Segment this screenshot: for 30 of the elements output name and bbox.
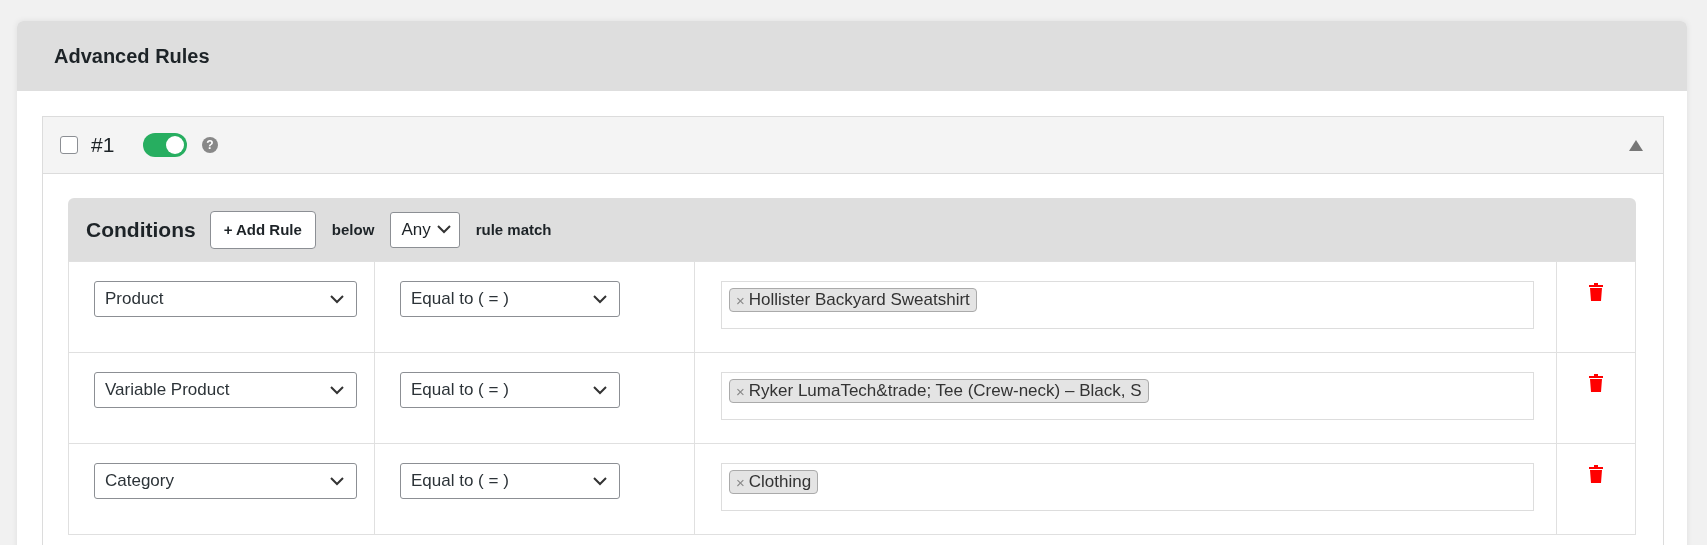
chevron-down-icon	[593, 294, 607, 304]
field-select[interactable]: Product	[94, 281, 357, 317]
collapse-icon[interactable]	[1629, 139, 1643, 151]
below-label: below	[331, 221, 375, 238]
chevron-down-icon	[330, 476, 344, 486]
tag-label: Hollister Backyard Sweatshirt	[748, 290, 970, 310]
rule-match-label: rule match	[475, 221, 552, 238]
tag-label: Clothing	[748, 472, 812, 492]
operator-select[interactable]: Equal to ( = )	[400, 281, 620, 317]
tag-label: Ryker LumaTech&trade; Tee (Crew-neck) – Black, S	[748, 381, 1142, 401]
chevron-down-icon	[330, 294, 344, 304]
value-field[interactable]: × Ryker LumaTech&trade; Tee (Crew-neck) – Black, S	[721, 372, 1534, 420]
rule-number: #1	[91, 133, 116, 157]
add-rule-button[interactable]: + Add Rule	[209, 210, 316, 249]
value-field[interactable]: × Hollister Backyard Sweatshirt	[721, 281, 1534, 329]
help-icon[interactable]: ?	[202, 137, 218, 153]
value-field[interactable]: × Clothing	[721, 463, 1534, 511]
chevron-down-icon	[593, 476, 607, 486]
panel-title: Advanced Rules	[54, 44, 210, 68]
chevron-down-icon	[330, 385, 344, 395]
match-select[interactable]: Any	[390, 211, 460, 248]
conditions-title: Conditions	[86, 217, 196, 242]
chevron-down-icon	[593, 385, 607, 395]
enable-toggle[interactable]	[143, 133, 187, 157]
chevron-down-icon	[436, 225, 451, 234]
operator-select[interactable]: Equal to ( = )	[400, 372, 620, 408]
field-select[interactable]: Category	[94, 463, 357, 499]
field-select[interactable]: Variable Product	[94, 372, 357, 408]
operator-select[interactable]: Equal to ( = )	[400, 463, 620, 499]
rule-checkbox[interactable]	[60, 136, 78, 154]
